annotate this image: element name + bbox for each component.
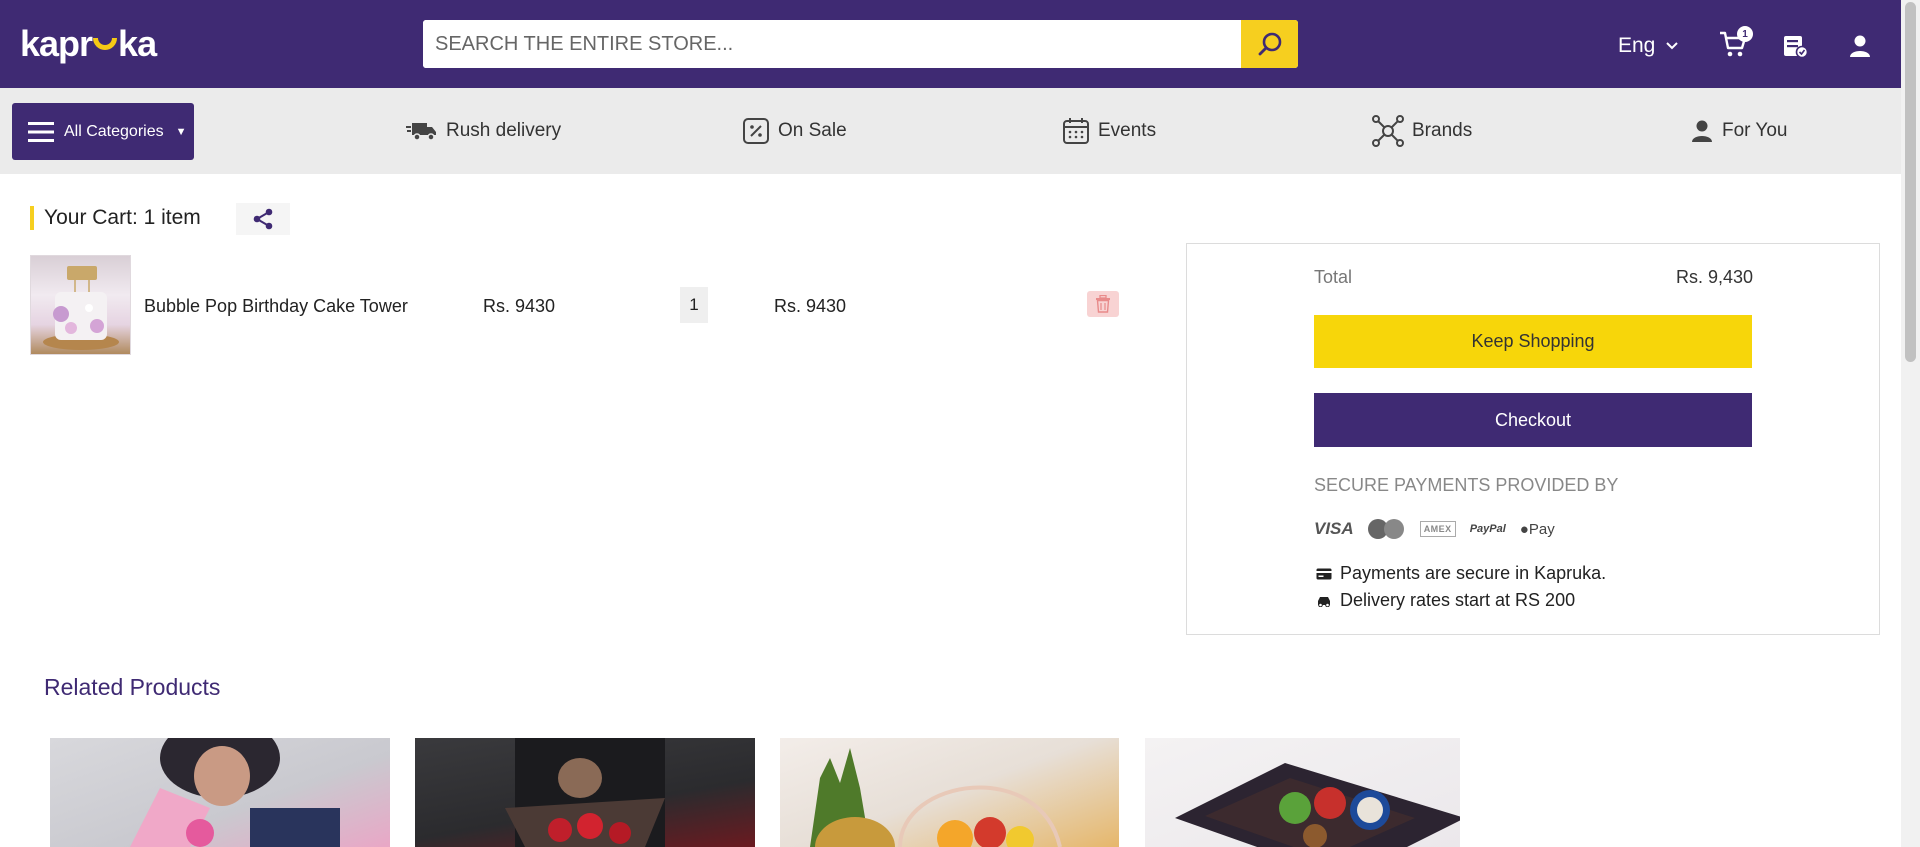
truck-icon [406, 123, 436, 141]
related-product-card[interactable] [415, 738, 755, 847]
search-icon [1258, 32, 1281, 56]
category-nav: All Categories ▼ Rush delivery On Sale E… [0, 88, 1901, 174]
search-button[interactable] [1241, 20, 1298, 68]
logo-text-end: ka [118, 23, 157, 64]
nav-label: Rush delivery [446, 120, 562, 141]
nav-label: On Sale [778, 120, 847, 141]
nav-brands[interactable]: Brands [1372, 115, 1473, 147]
remove-item-button[interactable] [1087, 291, 1119, 317]
delivery-note: Delivery rates start at RS 200 [1316, 590, 1575, 611]
cart-item-name[interactable]: Bubble Pop Birthday Cake Tower [144, 296, 408, 317]
share-icon [253, 208, 273, 230]
kapruka-logo[interactable]: kapr ka [20, 23, 157, 64]
secure-note-text: Payments are secure in Kapruka. [1340, 563, 1607, 583]
mastercard-logo [1367, 518, 1406, 540]
related-product-card[interactable] [780, 738, 1119, 847]
trash-icon [1096, 295, 1110, 313]
cart-item-total: Rs. 9430 [774, 296, 847, 316]
related-product-card[interactable] [50, 738, 390, 847]
paypal-logo: PayPal [1469, 523, 1506, 535]
related-product-card[interactable] [1145, 738, 1460, 847]
language-label: Eng [1618, 34, 1656, 57]
cart-page: kaprka Eng 1 [0, 0, 1920, 847]
apple-pay-logo: ●Pay [1519, 520, 1555, 538]
chevron-down-icon [1666, 42, 1679, 50]
logo-text-start: kapr [20, 23, 93, 64]
percent-tag-icon [743, 118, 769, 144]
cart-item-quantity[interactable]: 1 [680, 287, 708, 323]
cart-title-accent [30, 206, 34, 230]
total-value: Rs. 9,430 [1675, 267, 1753, 287]
product-image [1175, 763, 1460, 847]
search-bar [423, 20, 1298, 68]
total-label: Total [1314, 267, 1353, 287]
all-categories-label: All Categories [64, 122, 164, 140]
menu-icon [28, 121, 54, 142]
nav-label: For You [1722, 120, 1788, 141]
caret-down-icon: ▼ [175, 125, 187, 138]
calendar-icon [1063, 118, 1089, 144]
apple-pay-label: Pay [1528, 520, 1555, 538]
nav-label: Events [1098, 120, 1157, 141]
secure-note: Payments are secure in Kapruka. [1316, 563, 1606, 584]
orders-icon [1784, 36, 1809, 59]
language-selector[interactable]: Eng [1618, 34, 1679, 58]
person-icon [1692, 120, 1712, 142]
share-cart-button[interactable] [236, 203, 290, 235]
related-products-title: Related Products [44, 674, 221, 700]
visa-logo: VISA [1314, 519, 1354, 538]
search-input[interactable] [423, 20, 1239, 68]
checkout-button[interactable]: Checkout [1314, 393, 1752, 447]
page-scrollbar[interactable] [1901, 0, 1920, 847]
cart-item-image[interactable] [30, 255, 131, 355]
account-button[interactable] [1848, 34, 1872, 63]
credit-card-icon [1316, 568, 1332, 579]
all-categories-button[interactable]: All Categories ▼ [12, 103, 194, 160]
scrollbar-thumb[interactable] [1905, 2, 1916, 362]
nav-label: Brands [1412, 120, 1473, 141]
orders-button[interactable] [1782, 34, 1809, 63]
logo-swoosh-icon [93, 38, 118, 51]
amex-logo: AMEX [1419, 521, 1456, 537]
user-icon [1850, 35, 1870, 57]
product-image [505, 738, 665, 847]
cake-image [43, 266, 119, 350]
network-icon [1372, 115, 1404, 147]
secure-payments-title: SECURE PAYMENTS PROVIDED BY [1314, 475, 1619, 495]
payment-logos: VISA AMEX PayPal ●Pay [1314, 517, 1555, 541]
car-icon [1318, 596, 1330, 607]
cart-title: Your Cart: 1 item [44, 206, 201, 229]
nav-events[interactable]: Events [1062, 116, 1156, 146]
product-image [810, 748, 1062, 847]
product-image [130, 738, 340, 847]
nav-for-you[interactable]: For You [1690, 116, 1788, 146]
cart-item-unit-price: Rs. 9430 [483, 296, 556, 316]
top-header: kaprka Eng 1 [0, 0, 1901, 88]
nav-on-sale[interactable]: On Sale [742, 116, 847, 146]
cart-count-badge: 1 [1737, 26, 1753, 42]
delivery-note-text: Delivery rates start at RS 200 [1340, 590, 1576, 610]
keep-shopping-button[interactable]: Keep Shopping [1314, 315, 1752, 368]
nav-rush-delivery[interactable]: Rush delivery [406, 116, 561, 146]
